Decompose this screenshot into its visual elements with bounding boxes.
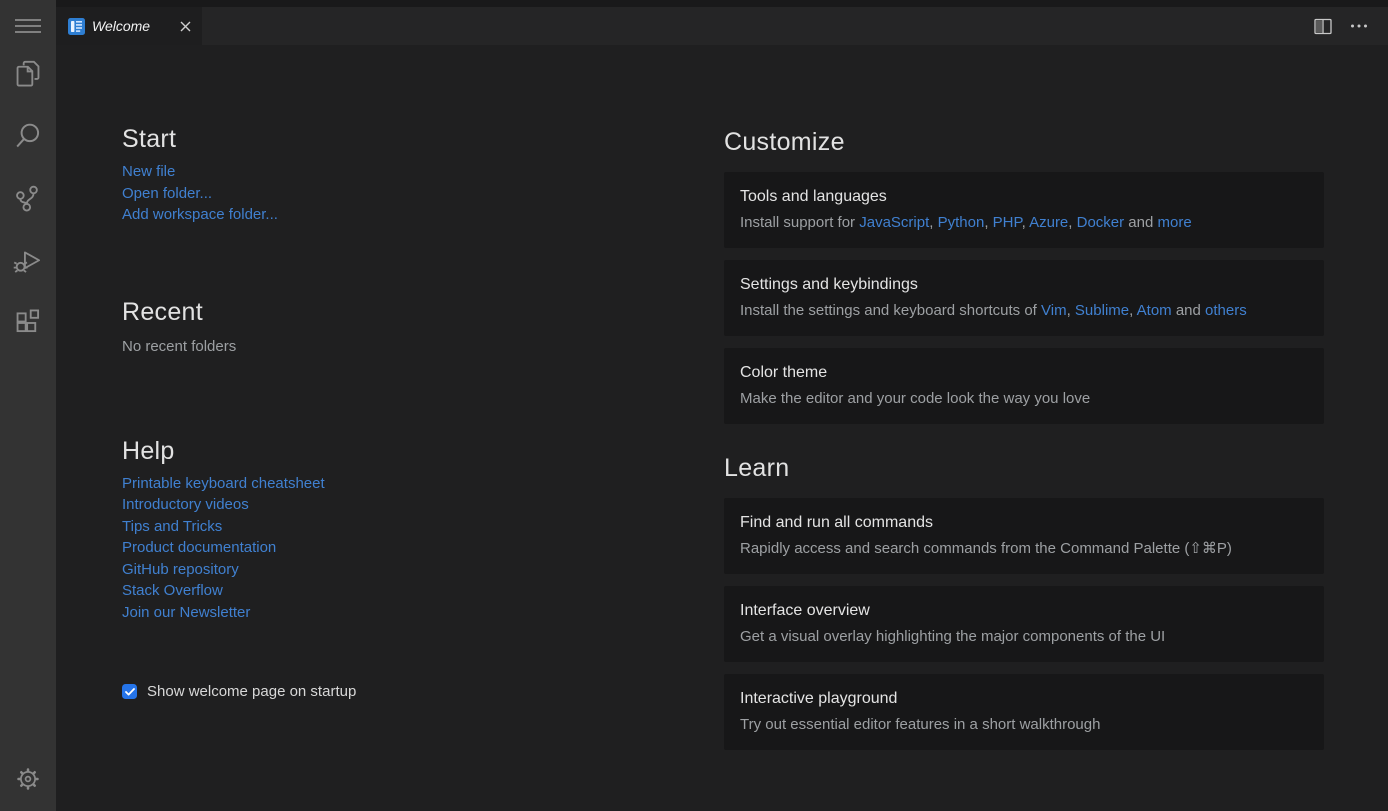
card-interactive-playground[interactable]: Interactive playground Try out essential …: [724, 674, 1324, 750]
welcome-right-column: Customize Tools and languages Install sup…: [724, 126, 1324, 762]
card-description: Get a visual overlay highlighting the ma…: [740, 627, 1308, 647]
settings-gear-icon: [12, 763, 44, 795]
activity-bar-item-extensions[interactable]: [8, 302, 48, 342]
inline-link-javascript[interactable]: JavaScript: [859, 214, 929, 231]
search-icon: [12, 120, 44, 152]
extensions-icon: [12, 306, 44, 338]
start-link-new-file[interactable]: New file: [122, 161, 175, 183]
learn-heading: Learn: [724, 452, 1324, 484]
editor-actions: [1314, 7, 1388, 45]
recent-empty-message: No recent folders: [122, 337, 682, 357]
help-link-join-our-newsletter[interactable]: Join our Newsletter: [122, 602, 250, 624]
welcome-page: Start New fileOpen folder...Add workspac…: [56, 45, 1388, 811]
card-interface-overview[interactable]: Interface overview Get a visual overlay h…: [724, 586, 1324, 662]
inline-link-docker[interactable]: Docker: [1077, 214, 1125, 231]
customize-heading: Customize: [724, 126, 1324, 158]
titlebar-edge: [56, 0, 1388, 7]
tab-bar: Welcome: [56, 7, 1388, 45]
help-link-github-repository[interactable]: GitHub repository: [122, 559, 239, 581]
start-links: New fileOpen folder...Add workspace fold…: [122, 161, 682, 226]
help-heading: Help: [122, 435, 682, 467]
main-area: Welcome: [56, 0, 1388, 811]
close-icon[interactable]: [176, 17, 194, 35]
inline-link-python[interactable]: Python: [938, 214, 985, 231]
activity-bar-item-explorer[interactable]: [8, 54, 48, 94]
help-link-printable-keyboard-cheatsheet[interactable]: Printable keyboard cheatsheet: [122, 473, 325, 495]
card-settings-and-keybindings[interactable]: Settings and keybindings Install the sett…: [724, 260, 1324, 336]
inline-link-vim[interactable]: Vim: [1041, 302, 1067, 319]
more-actions-icon[interactable]: [1350, 23, 1368, 29]
activity-bar-item-search[interactable]: [8, 116, 48, 156]
vscode-window: Welcome: [0, 0, 1388, 811]
split-editor-icon[interactable]: [1314, 18, 1332, 35]
card-title: Interactive playground: [740, 689, 1308, 709]
card-color-theme[interactable]: Color theme Make the editor and your code…: [724, 348, 1324, 424]
card-title: Interface overview: [740, 601, 1308, 621]
help-links: Printable keyboard cheatsheetIntroductor…: [122, 473, 682, 624]
start-link-open-folder[interactable]: Open folder...: [122, 183, 212, 205]
card-description: Install support for JavaScript, Python, …: [740, 213, 1308, 233]
source-control-icon: [12, 182, 44, 214]
welcome-left-column: Start New fileOpen folder...Add workspac…: [122, 123, 682, 700]
help-link-introductory-videos[interactable]: Introductory videos: [122, 494, 249, 516]
help-link-tips-and-tricks[interactable]: Tips and Tricks: [122, 516, 222, 538]
activity-bar-item-run-debug[interactable]: [8, 240, 48, 280]
card-description: Try out essential editor features in a s…: [740, 715, 1308, 735]
checkbox-icon[interactable]: [122, 684, 137, 699]
tab-welcome[interactable]: Welcome: [56, 7, 202, 45]
help-link-product-documentation[interactable]: Product documentation: [122, 537, 276, 559]
startup-checkbox-row[interactable]: Show welcome page on startup: [122, 683, 356, 700]
start-heading: Start: [122, 123, 682, 155]
inline-link-more[interactable]: more: [1158, 214, 1192, 231]
menu-icon: [14, 16, 42, 36]
card-title: Tools and languages: [740, 187, 1308, 207]
card-find-and-run-all-commands[interactable]: Find and run all commands Rapidly access …: [724, 498, 1324, 574]
explorer-icon: [12, 58, 44, 90]
menu-button[interactable]: [8, 12, 48, 40]
activity-bar-item-source-control[interactable]: [8, 178, 48, 218]
welcome-page-icon: [68, 18, 85, 35]
inline-link-azure[interactable]: Azure: [1029, 214, 1068, 231]
start-link-add-workspace-folder[interactable]: Add workspace folder...: [122, 204, 278, 226]
card-tools-and-languages[interactable]: Tools and languages Install support for J…: [724, 172, 1324, 248]
tab-title: Welcome: [92, 18, 169, 34]
activity-bar-item-settings[interactable]: [8, 759, 48, 799]
learn-cards: Find and run all commands Rapidly access …: [724, 498, 1324, 750]
inline-link-sublime[interactable]: Sublime: [1075, 302, 1129, 319]
recent-heading: Recent: [122, 296, 682, 328]
inline-link-atom[interactable]: Atom: [1137, 302, 1172, 319]
run-debug-icon: [12, 244, 44, 276]
card-title: Color theme: [740, 363, 1308, 383]
card-description: Rapidly access and search commands from …: [740, 539, 1308, 559]
card-title: Settings and keybindings: [740, 275, 1308, 295]
activity-bar: [0, 0, 56, 811]
inline-link-others[interactable]: others: [1205, 302, 1247, 319]
inline-link-php[interactable]: PHP: [993, 214, 1022, 231]
startup-checkbox-label: Show welcome page on startup: [147, 683, 356, 700]
customize-cards: Tools and languages Install support for J…: [724, 172, 1324, 424]
card-description: Make the editor and your code look the w…: [740, 389, 1308, 409]
card-title: Find and run all commands: [740, 513, 1308, 533]
help-link-stack-overflow[interactable]: Stack Overflow: [122, 580, 223, 602]
card-description: Install the settings and keyboard shortc…: [740, 301, 1308, 321]
